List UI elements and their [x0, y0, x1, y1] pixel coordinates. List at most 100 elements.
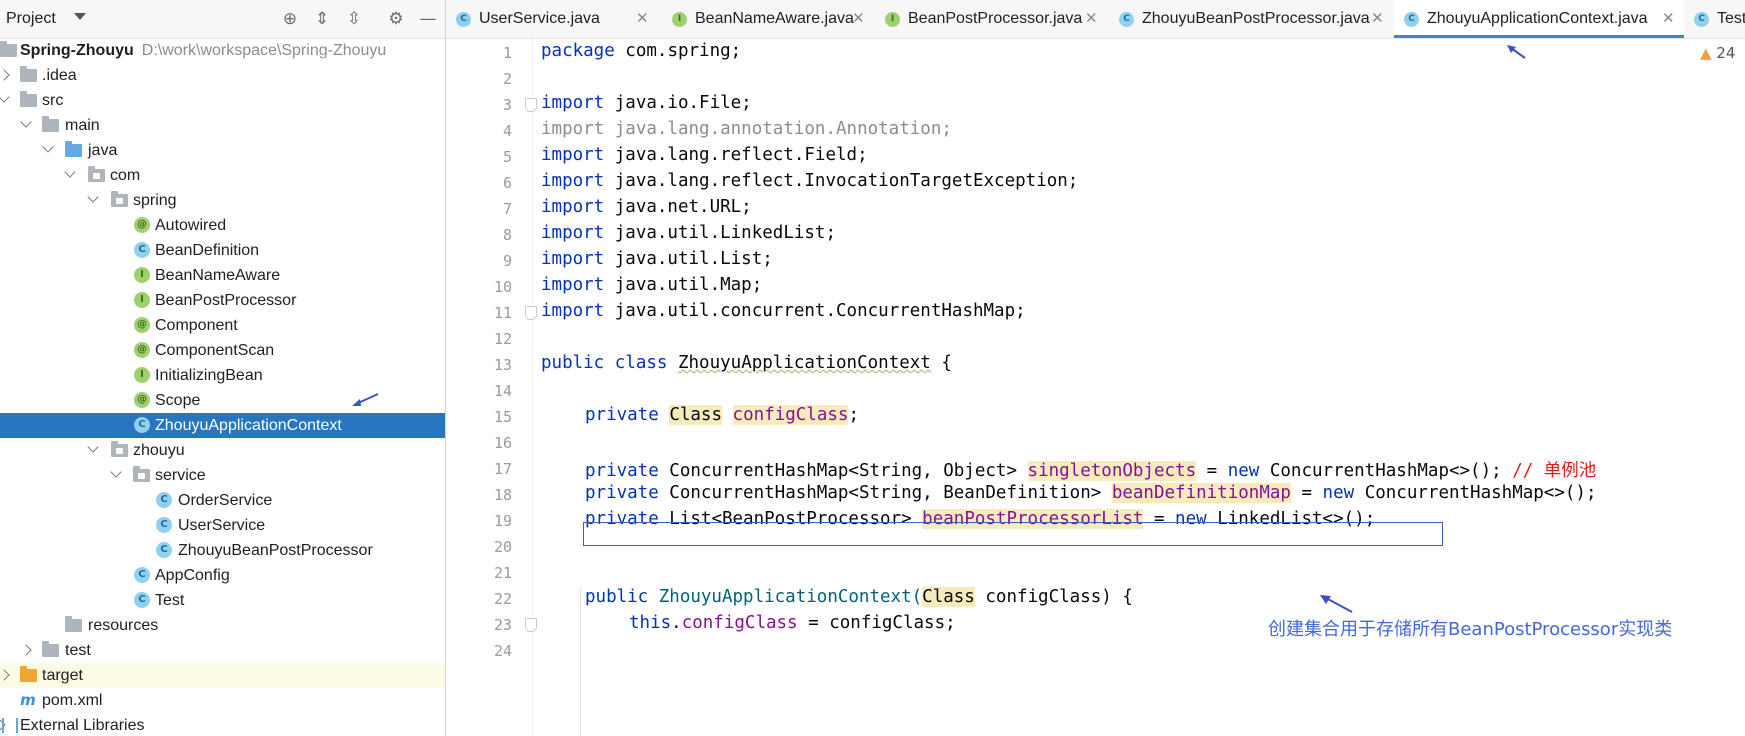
chevron-down-icon[interactable] — [87, 191, 99, 203]
chevron-down-icon[interactable] — [64, 166, 76, 178]
chevron-right-icon[interactable] — [0, 669, 10, 681]
resources-folder-icon — [65, 616, 82, 632]
code-line: package com.spring; — [541, 41, 742, 61]
code-line: public ZhouyuApplicationContext(Class co… — [585, 587, 1133, 607]
chevron-right-icon[interactable] — [20, 644, 32, 656]
tree-item-pom[interactable]: m pom.xml — [0, 688, 445, 713]
source-folder-icon — [65, 141, 82, 157]
tree-item-test-class[interactable]: C Test — [0, 588, 445, 613]
class-icon: C — [1694, 12, 1709, 27]
code-line: import java.util.LinkedList; — [541, 223, 837, 243]
locate-icon[interactable]: ⊕ — [280, 9, 300, 29]
module-path: D:\work\workspace\Spring-Zhouyu — [141, 42, 387, 59]
tree-item-external-libraries[interactable]: External Libraries — [0, 713, 445, 736]
class-icon: C — [134, 417, 150, 433]
folder-icon — [20, 66, 37, 82]
tab-label: BeanNameAware.java — [695, 10, 854, 27]
tree-item-label: Test — [155, 592, 185, 609]
package-icon — [111, 191, 128, 207]
chevron-right-icon[interactable] — [0, 69, 10, 81]
tree-item-module[interactable]: Spring-Zhouyu D:\work\workspace\Spring-Zh… — [0, 38, 445, 63]
tree-item-scope[interactable]: @ Scope — [0, 388, 445, 413]
tree-item-appconfig[interactable]: C AppConfig — [0, 563, 445, 588]
inspection-widget[interactable]: ▲ 24 — [1700, 44, 1735, 62]
tree-item-target[interactable]: target — [0, 663, 445, 688]
chevron-down-icon[interactable] — [20, 116, 32, 128]
fold-icon[interactable] — [525, 618, 537, 632]
tree-item-initializingbean[interactable]: I InitializingBean — [0, 363, 445, 388]
tree-item-userservice[interactable]: C UserService — [0, 513, 445, 538]
tree-item-beannameaware[interactable]: I BeanNameAware — [0, 263, 445, 288]
gear-icon[interactable]: ⚙ — [386, 9, 406, 29]
close-icon[interactable]: ✕ — [1371, 0, 1384, 38]
tree-item-src[interactable]: src — [0, 88, 445, 113]
tree-item-java[interactable]: java — [0, 138, 445, 163]
line-number: 4 — [502, 122, 512, 140]
tab-beannameaware[interactable]: I BeanNameAware.java ✕ — [662, 0, 875, 38]
highlight-box — [583, 522, 1443, 546]
chevron-down-icon[interactable] — [110, 466, 122, 478]
tree-item-service[interactable]: service — [0, 463, 445, 488]
annotation-icon: @ — [134, 317, 150, 333]
tree-item-orderservice[interactable]: C OrderService — [0, 488, 445, 513]
tree-item-componentscan[interactable]: @ ComponentScan — [0, 338, 445, 363]
close-icon[interactable]: ✕ — [1662, 0, 1675, 38]
close-icon[interactable]: ✕ — [852, 0, 865, 38]
collapse-all-icon[interactable]: ⇳ — [344, 9, 364, 29]
tree-item-com[interactable]: com — [0, 163, 445, 188]
tree-item-idea[interactable]: .idea — [0, 63, 445, 88]
tree-item-autowired[interactable]: @ Autowired — [0, 213, 445, 238]
close-icon[interactable]: ✕ — [636, 0, 649, 38]
project-panel-header: Project ⊕ ⇕ ⇳ ⚙ — — [0, 0, 445, 39]
interface-icon: I — [885, 12, 900, 27]
code-line: private ConcurrentHashMap<String, BeanDe… — [585, 483, 1597, 503]
tree-item-test-folder[interactable]: test — [0, 638, 445, 663]
hide-panel-icon[interactable]: — — [418, 9, 438, 29]
line-number: 21 — [493, 564, 512, 582]
tree-item-spring[interactable]: spring — [0, 188, 445, 213]
tab-test[interactable]: C Test.jav — [1684, 0, 1745, 38]
tab-zhouyuapplicationcontext[interactable]: C ZhouyuApplicationContext.java ✕ — [1394, 0, 1684, 38]
tree-item-zhouyubeanpostprocessor[interactable]: C ZhouyuBeanPostProcessor — [0, 538, 445, 563]
tree-item-resources[interactable]: resources — [0, 613, 445, 638]
line-number: 17 — [493, 460, 512, 478]
project-view-selector[interactable]: Project — [6, 10, 56, 28]
annotation-arrow-icon — [352, 393, 379, 406]
tab-beanpostprocessor[interactable]: I BeanPostProcessor.java ✕ — [875, 0, 1109, 38]
tree-item-label: .idea — [42, 67, 77, 84]
class-icon: C — [134, 242, 150, 258]
chevron-down-icon[interactable] — [42, 141, 54, 153]
code-line: private Class configClass; — [585, 405, 859, 425]
tree-item-label: test — [65, 642, 91, 659]
tree-item-beandefinition[interactable]: C BeanDefinition — [0, 238, 445, 263]
chevron-down-icon[interactable] — [74, 13, 86, 20]
tree-item-component[interactable]: @ Component — [0, 313, 445, 338]
package-icon — [88, 166, 105, 182]
expand-all-icon[interactable]: ⇕ — [312, 9, 332, 29]
warning-count: 24 — [1716, 44, 1736, 62]
tab-userservice[interactable]: C UserService.java ✕ — [446, 0, 662, 38]
tree-item-label: BeanDefinition — [155, 242, 260, 259]
fold-icon[interactable] — [525, 306, 537, 320]
tab-zhouyubeanpostprocessor[interactable]: C ZhouyuBeanPostProcessor.java ✕ — [1109, 0, 1394, 38]
tree-item-main[interactable]: main — [0, 113, 445, 138]
annotation-icon: @ — [134, 342, 150, 358]
class-icon: C — [1119, 12, 1134, 27]
close-icon[interactable]: ✕ — [1085, 0, 1098, 38]
line-number: 15 — [493, 408, 512, 426]
indent-guide — [580, 587, 581, 736]
tree-item-label: main — [65, 117, 100, 134]
class-icon: C — [134, 567, 150, 583]
code-line: import java.io.File; — [541, 93, 752, 113]
tree-item-beanpostprocessor[interactable]: I BeanPostProcessor — [0, 288, 445, 313]
chevron-down-icon[interactable] — [87, 441, 99, 453]
line-number: 3 — [502, 96, 512, 114]
package-icon — [111, 441, 128, 457]
tree-item-label: OrderService — [178, 492, 273, 509]
class-icon: C — [456, 12, 471, 27]
line-number: 14 — [493, 382, 512, 400]
fold-icon[interactable] — [525, 98, 537, 112]
tree-item-zhouyuapplicationcontext[interactable]: C ZhouyuApplicationContext — [0, 413, 445, 438]
tree-item-zhouyu[interactable]: zhouyu — [0, 438, 445, 463]
chevron-down-icon[interactable] — [0, 91, 10, 103]
